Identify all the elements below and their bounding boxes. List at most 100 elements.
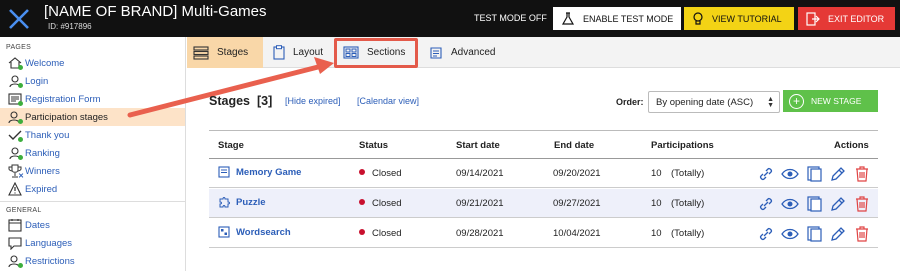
sections-highlight-box — [334, 38, 418, 68]
tab-bar: Stages Layout Sections Advanced — [187, 37, 900, 68]
link-icon[interactable] — [754, 195, 778, 213]
sidebar-item-label: Login — [25, 75, 49, 87]
row-actions — [754, 225, 874, 243]
participations-count: 10 — [651, 168, 662, 179]
user-restrict-icon — [8, 254, 23, 268]
start-date-cell: 09/21/2021 — [456, 198, 504, 209]
table-row: Memory Game Closed 09/14/2021 09/20/2021… — [209, 159, 878, 188]
participations-note: (Totally) — [671, 228, 705, 239]
order-select-value: By opening date (ASC) — [656, 96, 754, 108]
row-actions — [754, 195, 874, 213]
status-cell: Closed — [359, 228, 402, 239]
sidebar-item-registration-form[interactable]: Registration Form — [0, 90, 185, 108]
memory-game-icon — [218, 166, 230, 178]
trash-icon[interactable] — [850, 225, 874, 243]
pencil-icon[interactable] — [826, 225, 850, 243]
sidebar-item-label: Expired — [25, 183, 58, 195]
view-tutorial-button[interactable]: VIEW TUTORIAL — [684, 7, 794, 30]
sidebar-item-label: Registration Form — [25, 93, 101, 105]
calendar-view-link[interactable]: [Calendar view] — [357, 96, 419, 106]
sidebar-item-login[interactable]: Login — [0, 72, 185, 90]
page-title-text: Stages — [209, 94, 250, 108]
warning-icon — [8, 181, 22, 196]
sidebar-item-restrictions[interactable]: Restrictions — [0, 252, 185, 270]
eye-icon[interactable] — [778, 195, 802, 213]
start-date-cell: 09/14/2021 — [456, 168, 504, 179]
enable-test-mode-label: ENABLE TEST MODE — [583, 13, 674, 24]
sidebar-item-winners[interactable]: ✕ Winners — [0, 162, 185, 180]
table-top-divider — [209, 130, 878, 131]
document-icon — [430, 46, 442, 59]
link-icon[interactable] — [754, 165, 778, 183]
top-bar: [NAME OF BRAND] Multi-Games ID: #917896 … — [0, 0, 900, 37]
sidebar-item-label: Restrictions — [25, 255, 75, 267]
link-icon[interactable] — [754, 225, 778, 243]
sidebar-item-thank-you[interactable]: Thank you — [0, 126, 185, 144]
status-dot-icon — [359, 229, 365, 235]
status-text: Closed — [372, 168, 402, 179]
updown-arrows-icon: ▲ ▼ — [767, 96, 774, 109]
stage-count: [3] — [256, 94, 273, 108]
sidebar-item-label: Ranking — [25, 147, 60, 159]
exit-editor-button[interactable]: EXIT EDITOR — [798, 7, 895, 30]
test-mode-status: TEST MODE OFF — [474, 13, 547, 23]
status-dot-icon — [359, 199, 365, 205]
sidebar-item-dates[interactable]: Dates — [0, 216, 185, 234]
lightbulb-icon — [693, 11, 703, 25]
sidebar-item-expired[interactable]: Expired — [0, 180, 185, 198]
enable-test-mode-button[interactable]: ENABLE TEST MODE — [553, 7, 681, 30]
participations-note: (Totally) — [671, 198, 705, 209]
sidebar-item-participation-stages[interactable]: Participation stages — [0, 108, 185, 126]
calendar-icon — [8, 218, 22, 232]
sidebar-item-label: Dates — [25, 219, 50, 231]
column-header-actions: Actions — [834, 140, 869, 151]
table-row: Puzzle Closed 09/21/2021 09/27/2021 10 (… — [209, 189, 878, 218]
column-header-stage: Stage — [218, 140, 244, 151]
order-select[interactable]: By opening date (ASC) ▲ ▼ — [648, 91, 780, 113]
order-label: Order: — [616, 97, 644, 107]
eye-icon[interactable] — [778, 165, 802, 183]
form-icon — [8, 92, 23, 106]
ranking-icon — [8, 146, 23, 160]
new-stage-button[interactable]: + NEW STAGE — [783, 90, 878, 112]
stage-link[interactable]: Puzzle — [218, 196, 266, 208]
wordsearch-icon — [218, 226, 230, 238]
status-dot-icon — [359, 169, 365, 175]
trash-icon[interactable] — [850, 195, 874, 213]
pencil-icon[interactable] — [826, 195, 850, 213]
plus-icon: + — [789, 93, 804, 109]
tab-stages[interactable]: Stages — [187, 37, 263, 68]
sidebar-item-welcome[interactable]: Welcome — [0, 54, 185, 72]
stage-link[interactable]: Wordsearch — [218, 226, 291, 238]
end-date-cell: 10/04/2021 — [553, 228, 601, 239]
sidebar-item-languages[interactable]: Languages — [0, 234, 185, 252]
sidebar-item-label: Winners — [25, 165, 60, 177]
tab-advanced[interactable]: Advanced — [423, 37, 513, 68]
stack-icon — [193, 45, 209, 60]
page-title: Stages [3] — [209, 94, 272, 108]
eye-icon[interactable] — [778, 225, 802, 243]
user-stages-icon — [8, 110, 23, 124]
tab-layout[interactable]: Layout — [267, 37, 333, 68]
duplicate-icon[interactable] — [802, 195, 826, 213]
duplicate-icon[interactable] — [802, 225, 826, 243]
pages-heading: PAGES — [6, 44, 32, 51]
close-icon[interactable] — [0, 0, 38, 37]
sidebar-item-label: Welcome — [25, 57, 65, 69]
sidebar: PAGES Welcome Login Registration Form Pa… — [0, 37, 186, 271]
check-icon — [8, 128, 23, 142]
column-header-status: Status — [359, 140, 389, 151]
hide-expired-link[interactable]: [Hide expired] — [285, 96, 341, 106]
tab-label: Advanced — [451, 47, 496, 58]
status-cell: Closed — [359, 168, 402, 179]
end-date-cell: 09/27/2021 — [553, 198, 601, 209]
participations-note: (Totally) — [671, 168, 705, 179]
pencil-icon[interactable] — [826, 165, 850, 183]
trophy-icon: ✕ — [8, 164, 24, 180]
sidebar-item-ranking[interactable]: Ranking — [0, 144, 185, 162]
table-row: Wordsearch Closed 09/28/2021 10/04/2021 … — [209, 219, 878, 248]
participations-count: 10 — [651, 198, 662, 209]
trash-icon[interactable] — [850, 165, 874, 183]
duplicate-icon[interactable] — [802, 165, 826, 183]
stage-link[interactable]: Memory Game — [218, 166, 301, 178]
